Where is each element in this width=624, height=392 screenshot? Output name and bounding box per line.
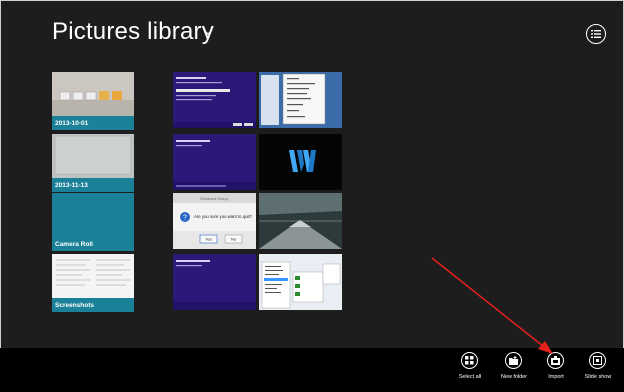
new-folder-button[interactable]: New folder bbox=[494, 352, 534, 388]
screenshot-thumbnail[interactable] bbox=[173, 72, 256, 128]
dialog-caption: Windows Setup bbox=[200, 196, 229, 201]
screenshot-thumbnail[interactable] bbox=[259, 72, 342, 128]
folder-label: 2013-10-01 bbox=[55, 120, 89, 127]
select-all-icon bbox=[465, 356, 474, 365]
screenshot-thumbnail[interactable] bbox=[173, 254, 256, 310]
folder-tile[interactable]: 2013-10-01 bbox=[52, 72, 134, 130]
import-button[interactable]: Import bbox=[536, 352, 576, 388]
yes-button: Yes bbox=[205, 237, 212, 242]
folder-label: Camera Roll bbox=[55, 241, 93, 248]
view-options-button[interactable] bbox=[586, 24, 606, 44]
logo-thumbnail[interactable] bbox=[259, 134, 342, 190]
folder-photo bbox=[52, 72, 134, 116]
slide-show-icon bbox=[593, 356, 602, 365]
dialog-text: Are you sure you want to quit? bbox=[194, 214, 253, 219]
slide-show-label: Slide show bbox=[584, 374, 612, 380]
screenshot-thumbnail[interactable] bbox=[259, 254, 342, 310]
chevron-down-icon[interactable] bbox=[203, 27, 213, 37]
folder-label: Screenshots bbox=[55, 302, 95, 309]
select-all-button[interactable]: Select all bbox=[450, 352, 490, 388]
folder-label: 2013-11-13 bbox=[55, 182, 88, 189]
folder-tile[interactable]: 2013-11-13 bbox=[52, 134, 134, 192]
dialog-thumbnail[interactable]: Windows Setup ? Are you sure you want to… bbox=[173, 193, 256, 249]
import-icon bbox=[551, 356, 560, 365]
photo-thumbnail[interactable] bbox=[259, 193, 342, 249]
screenshot-thumbnail[interactable] bbox=[173, 134, 256, 190]
slide-show-button[interactable]: Slide show bbox=[578, 352, 618, 388]
list-icon bbox=[591, 30, 601, 38]
folder-tile[interactable]: Camera Roll bbox=[52, 193, 134, 251]
no-button: No bbox=[231, 237, 237, 242]
folder-photo bbox=[52, 254, 134, 298]
folder-tile[interactable]: Screenshots bbox=[52, 254, 134, 312]
folder-photo bbox=[52, 134, 134, 178]
new-folder-icon bbox=[509, 356, 518, 365]
svg-text:?: ? bbox=[183, 215, 187, 222]
page-title[interactable]: Pictures library bbox=[52, 18, 214, 46]
